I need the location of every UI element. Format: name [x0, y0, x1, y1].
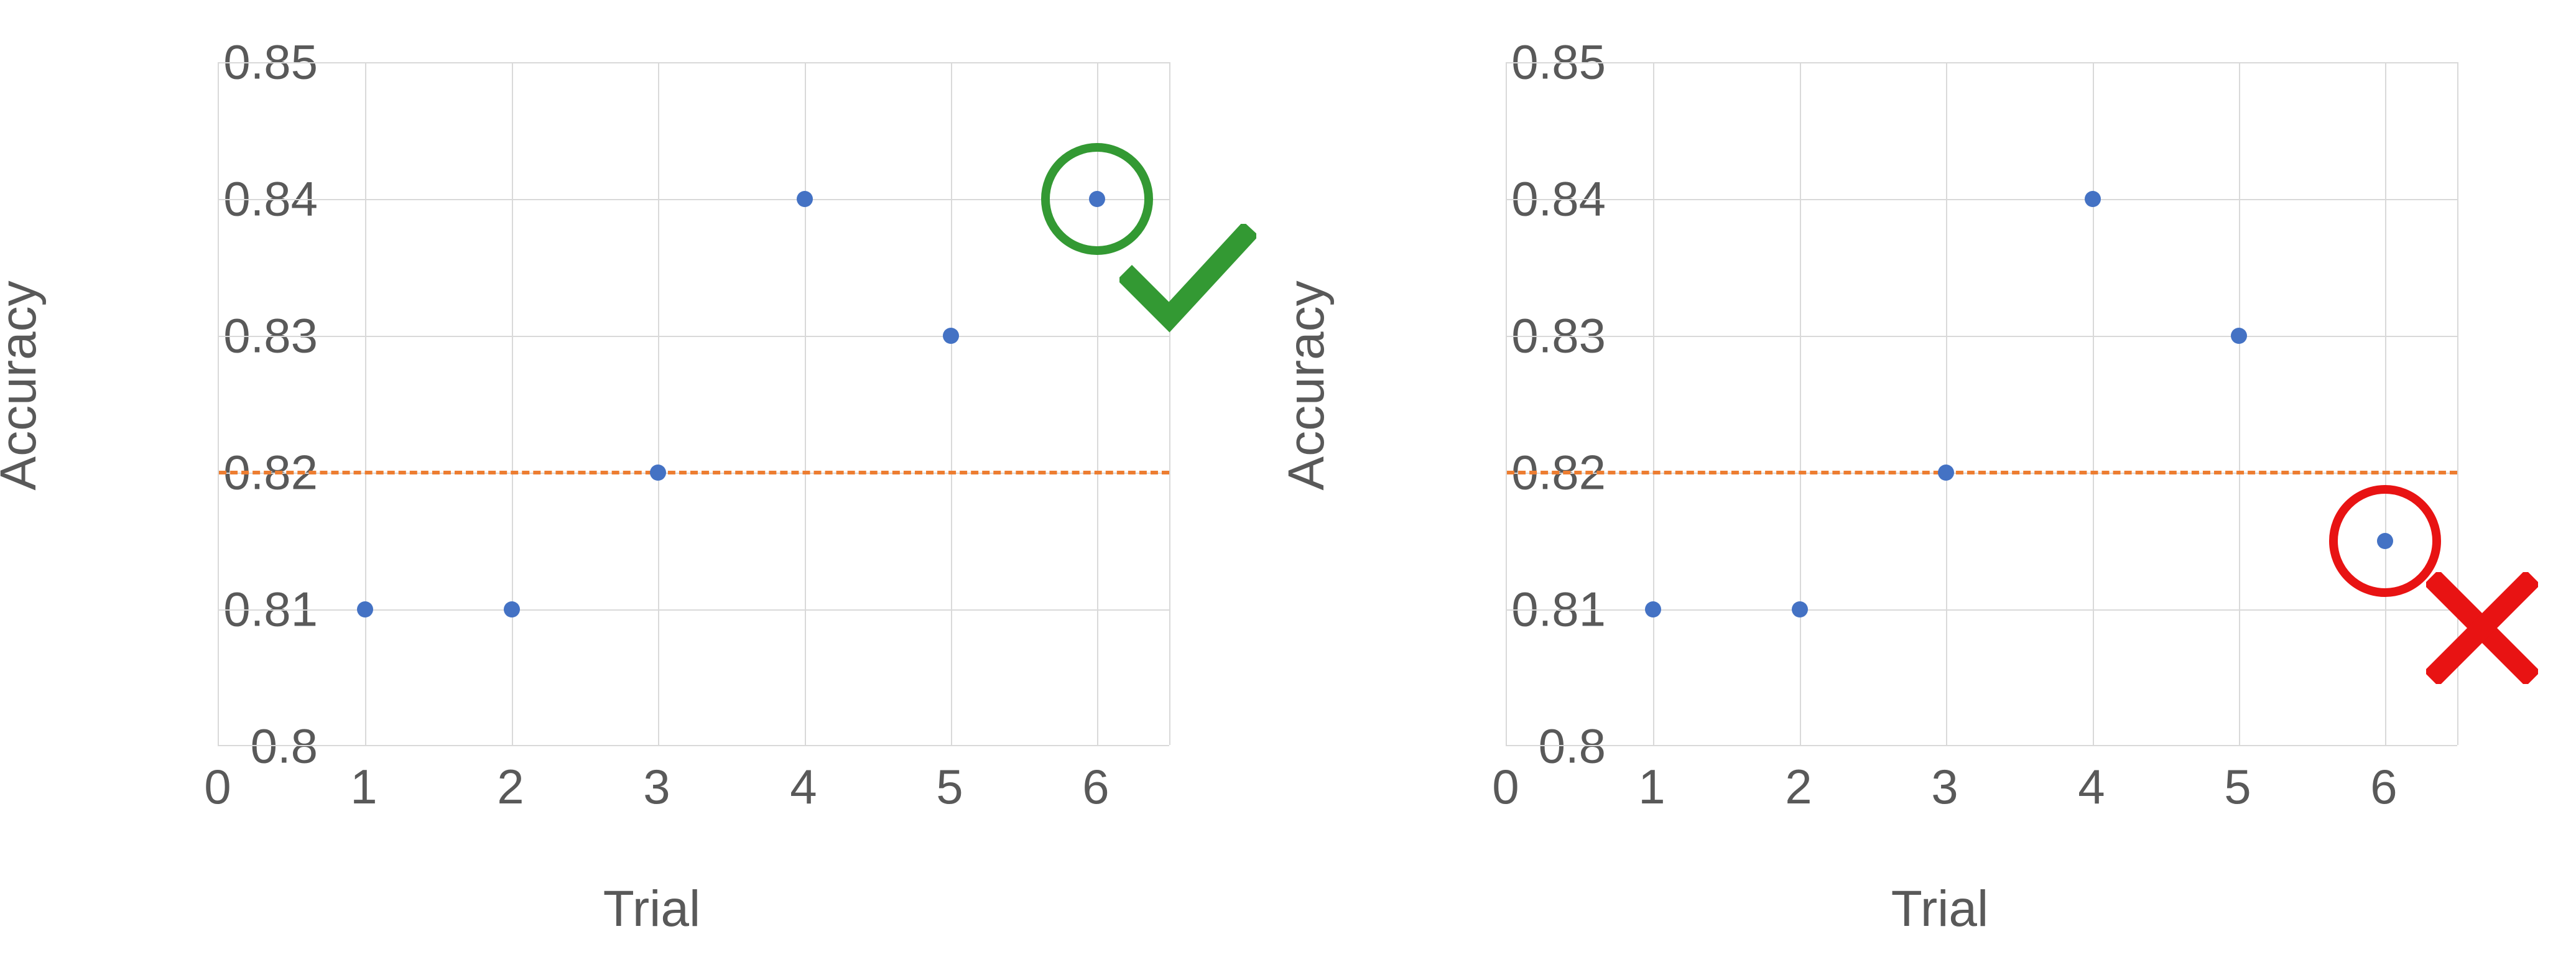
- gridline: [2239, 62, 2240, 745]
- y-axis-title: Accuracy: [0, 280, 48, 490]
- check-icon: [1119, 224, 1256, 339]
- data-point: [357, 601, 373, 617]
- data-point: [504, 601, 520, 617]
- x-tick-label: 1: [1638, 759, 1665, 815]
- x-tick-label: 5: [2224, 759, 2251, 815]
- x-tick-label: 2: [497, 759, 524, 815]
- data-point: [650, 465, 666, 481]
- data-point: [1645, 601, 1661, 617]
- reference-line: [1507, 471, 2457, 474]
- gridline: [658, 62, 659, 745]
- data-point: [1938, 465, 1954, 481]
- data-point: [797, 191, 813, 207]
- gridline: [1169, 62, 1170, 745]
- x-tick-label: 1: [350, 759, 377, 815]
- gridline: [219, 62, 1169, 63]
- data-point: [2231, 328, 2247, 344]
- data-point: [2085, 191, 2101, 207]
- highlight-ring-bad: [2329, 485, 2441, 597]
- cross-icon: [2426, 572, 2538, 687]
- gridline: [805, 62, 806, 745]
- gridline: [1653, 62, 1654, 745]
- gridline: [219, 336, 1169, 337]
- gridline: [219, 199, 1169, 200]
- x-tick-label: 5: [936, 759, 963, 815]
- x-tick-label: 6: [2370, 759, 2397, 815]
- x-axis-title: Trial: [1891, 880, 1988, 938]
- gridline: [1946, 62, 1947, 745]
- y-axis-title: Accuracy: [1277, 280, 1336, 490]
- gridline: [1800, 62, 1801, 745]
- x-tick-label: 2: [1785, 759, 1812, 815]
- right-plot-area: [1506, 62, 2457, 746]
- gridline: [2093, 62, 2094, 745]
- x-tick-label: 6: [1082, 759, 1109, 815]
- gridline: [1507, 199, 2457, 200]
- gridline: [512, 62, 513, 745]
- gridline: [951, 62, 952, 745]
- gridline: [1507, 62, 2457, 63]
- figure-container: Accuracy Trial 0.8 0.81 0.82 0.83 0.84 0…: [0, 0, 2576, 957]
- left-plot-area: [218, 62, 1169, 746]
- data-point: [1792, 601, 1808, 617]
- reference-line: [219, 471, 1169, 474]
- x-tick-label: 4: [790, 759, 817, 815]
- x-tick-label: 3: [1931, 759, 1958, 815]
- right-chart-panel: Accuracy Trial 0.8 0.81 0.82 0.83 0.84 0…: [1288, 0, 2576, 957]
- x-tick-label: 0: [204, 759, 231, 815]
- gridline: [2385, 62, 2386, 745]
- x-tick-label: 3: [643, 759, 670, 815]
- gridline: [1507, 336, 2457, 337]
- left-chart-panel: Accuracy Trial 0.8 0.81 0.82 0.83 0.84 0…: [0, 0, 1288, 957]
- data-point: [943, 328, 959, 344]
- x-axis-title: Trial: [603, 880, 700, 938]
- x-tick-label: 4: [2078, 759, 2105, 815]
- gridline: [365, 62, 366, 745]
- x-tick-label: 0: [1492, 759, 1519, 815]
